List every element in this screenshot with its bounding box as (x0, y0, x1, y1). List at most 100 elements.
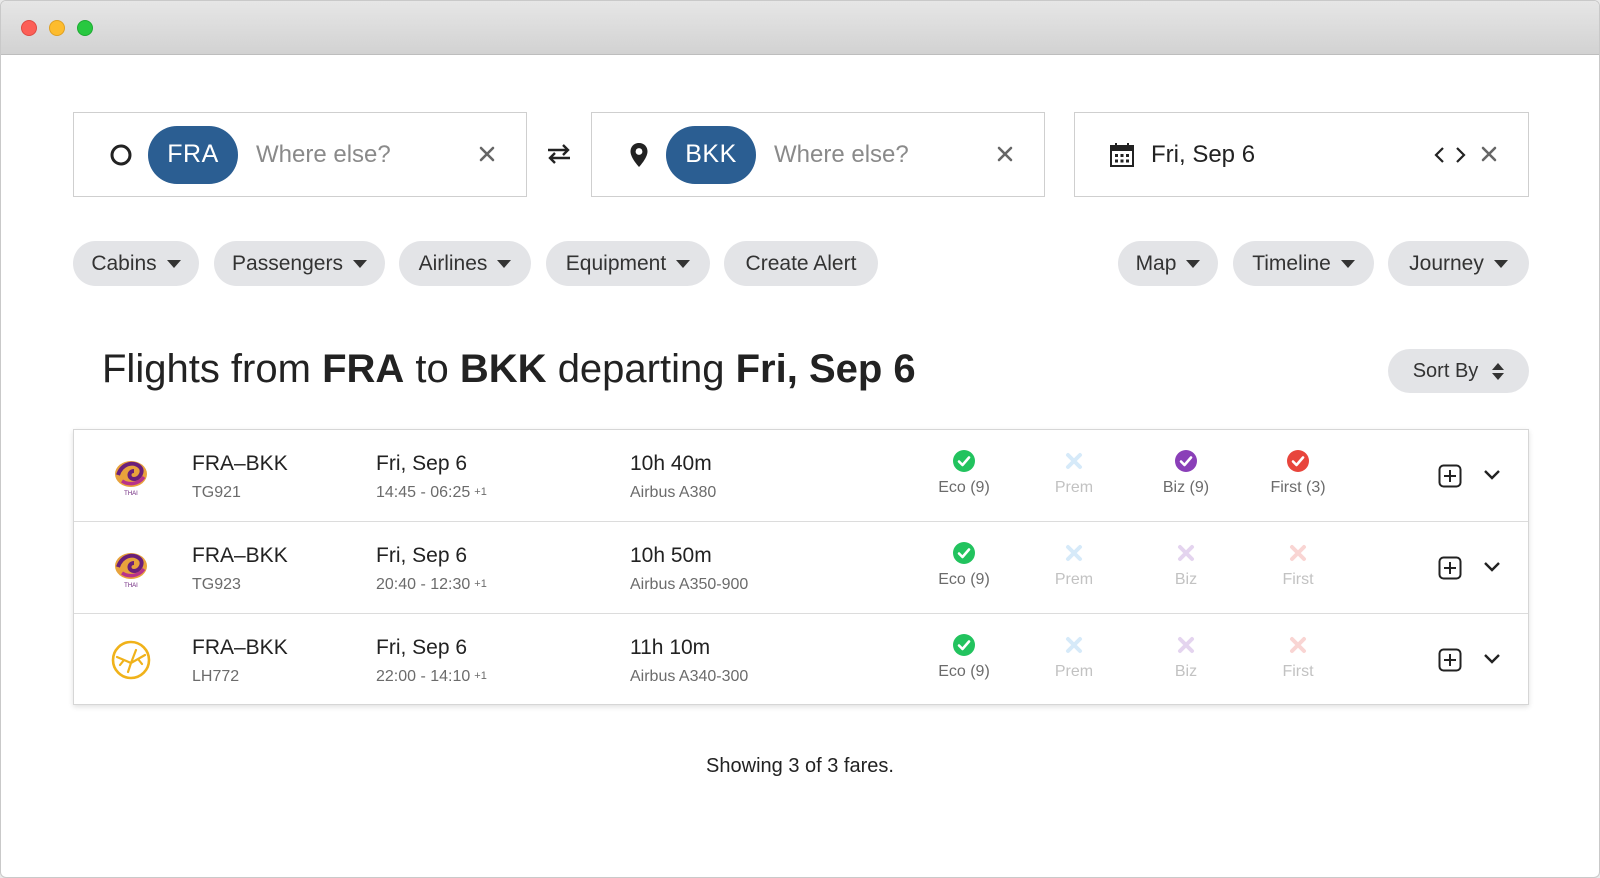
cabin-label: Biz (1174, 571, 1198, 588)
journey-view-button[interactable]: Journey (1388, 241, 1529, 286)
chevron-left-icon[interactable] (1430, 141, 1448, 169)
results-heading: Flights from FRA to BKK departing Fri, S… (102, 347, 916, 392)
create-alert-label: Create Alert (745, 251, 857, 275)
day-offset: +1 (474, 486, 487, 498)
timeline-view-button[interactable]: Timeline (1233, 241, 1374, 286)
x-icon (1063, 450, 1085, 472)
flight-date: Fri, Sep 6 (376, 452, 468, 475)
heading-date: Fri, Sep 6 (735, 347, 916, 391)
heading-to: to (415, 347, 449, 391)
destination-input[interactable] (774, 140, 984, 169)
thai-airways-logo-icon: THAI (110, 455, 152, 497)
x-icon (1287, 634, 1309, 656)
origin-code-chip[interactable]: FRA (148, 125, 238, 184)
check-circle-icon (953, 450, 975, 472)
cabin-first-availability[interactable]: First (1248, 634, 1348, 681)
cabin-prem-availability[interactable]: Prem (1024, 450, 1124, 497)
cabin-label: First (3) (1270, 479, 1326, 496)
flight-row[interactable]: THAI FRA–BKK TG923 Fri, Sep 6 20:40 - 12:30 +… (74, 522, 1528, 614)
chevron-down-icon[interactable] (1482, 560, 1502, 576)
passengers-filter-label: Passengers (232, 251, 343, 275)
sort-by-button[interactable]: Sort By (1388, 349, 1529, 393)
caret-down-icon (676, 259, 691, 268)
date-clear-icon[interactable] (1478, 143, 1500, 165)
schedule-column: Fri, Sep 6 22:00 - 14:10 +1 (376, 636, 487, 686)
map-view-button[interactable]: Map (1118, 241, 1218, 286)
flight-number: TG921 (192, 484, 241, 501)
heading-prefix: Flights from (102, 347, 311, 391)
caret-down-icon (497, 259, 512, 268)
chevron-down-icon[interactable] (1482, 468, 1502, 484)
destination-clear-icon[interactable] (994, 143, 1016, 165)
cabin-label: Prem (1054, 663, 1094, 680)
cabin-prem-availability[interactable]: Prem (1024, 634, 1124, 681)
add-to-list-button[interactable] (1438, 648, 1462, 672)
destination-field[interactable]: BKK (591, 112, 1045, 197)
origin-field[interactable]: FRA (73, 112, 527, 197)
cabin-eco-availability[interactable]: Eco (9) (914, 634, 1014, 681)
flight-date: Fri, Sep 6 (376, 636, 468, 659)
heading-origin: FRA (322, 347, 405, 391)
heading-departing: departing (557, 347, 725, 391)
cabins-filter-button[interactable]: Cabins (73, 241, 199, 286)
thai-airways-logo-icon: THAI (110, 547, 152, 589)
flight-duration: 10h 50m (630, 544, 712, 567)
route-column: FRA–BKK LH772 (192, 636, 288, 686)
cabin-first-availability[interactable]: First (3) (1248, 450, 1348, 497)
browser-window: FRA BKK Fri, Sep 6 (0, 0, 1600, 878)
map-pin-icon (624, 140, 654, 170)
cabin-biz-availability[interactable]: Biz (1136, 542, 1236, 589)
cabin-label: Eco (9) (938, 479, 990, 496)
cabin-biz-availability[interactable]: Biz (9) (1136, 450, 1236, 497)
flight-times: 20:40 - 12:30 (376, 576, 471, 593)
timeline-view-label: Timeline (1252, 251, 1331, 275)
sort-by-label: Sort By (1412, 359, 1479, 382)
caret-down-icon (1493, 259, 1508, 268)
selected-date[interactable]: Fri, Sep 6 (1151, 141, 1255, 169)
x-icon (1287, 542, 1309, 564)
cabin-label: Biz (9) (1162, 479, 1210, 496)
flight-row[interactable]: FRA–BKK LH772 Fri, Sep 6 22:00 - 14:10 +1 11h… (74, 614, 1528, 706)
x-icon (1063, 542, 1085, 564)
cabin-biz-availability[interactable]: Biz (1136, 634, 1236, 681)
date-field[interactable]: Fri, Sep 6 (1074, 112, 1529, 197)
lufthansa-logo-icon (110, 639, 152, 681)
cabin-eco-availability[interactable]: Eco (9) (914, 450, 1014, 497)
sort-arrows-icon (1492, 362, 1505, 380)
close-window-button[interactable] (21, 20, 37, 36)
swap-arrows-icon[interactable] (545, 140, 573, 168)
origin-input[interactable] (256, 140, 466, 169)
flight-results-list: THAI FRA–BKK TG921 Fri, Sep 6 14:45 - 06:25 +… (73, 429, 1529, 705)
heading-destination: BKK (459, 347, 547, 391)
create-alert-button[interactable]: Create Alert (724, 241, 878, 286)
add-to-list-button[interactable] (1438, 556, 1462, 580)
schedule-column: Fri, Sep 6 20:40 - 12:30 +1 (376, 544, 487, 594)
minimize-window-button[interactable] (49, 20, 65, 36)
destination-code-chip[interactable]: BKK (666, 125, 756, 184)
cabin-prem-availability[interactable]: Prem (1024, 542, 1124, 589)
passengers-filter-button[interactable]: Passengers (214, 241, 385, 286)
caret-down-icon (1186, 259, 1201, 268)
cabin-eco-availability[interactable]: Eco (9) (914, 542, 1014, 589)
aircraft-type: Airbus A340-300 (630, 668, 749, 685)
date-nav (1430, 141, 1470, 169)
flight-row[interactable]: THAI FRA–BKK TG921 Fri, Sep 6 14:45 - 06:25 +… (74, 430, 1528, 522)
cabin-first-availability[interactable]: First (1248, 542, 1348, 589)
equipment-filter-button[interactable]: Equipment (546, 241, 710, 286)
maximize-window-button[interactable] (77, 20, 93, 36)
map-view-label: Map (1135, 251, 1177, 275)
flight-times: 22:00 - 14:10 (376, 668, 471, 685)
results-summary: Showing 3 of 3 fares. (706, 755, 894, 777)
flight-times: 14:45 - 06:25 (376, 484, 471, 501)
chevron-down-icon[interactable] (1482, 652, 1502, 668)
origin-clear-icon[interactable] (476, 143, 498, 165)
duration-column: 10h 40m Airbus A380 (630, 452, 716, 502)
window-titlebar (1, 1, 1599, 55)
airlines-filter-button[interactable]: Airlines (399, 241, 531, 286)
day-offset: +1 (474, 578, 487, 590)
x-icon (1175, 542, 1197, 564)
add-to-list-button[interactable] (1438, 464, 1462, 488)
flight-duration: 11h 10m (630, 636, 711, 659)
journey-view-label: Journey (1409, 251, 1484, 275)
chevron-right-icon[interactable] (1452, 141, 1470, 169)
